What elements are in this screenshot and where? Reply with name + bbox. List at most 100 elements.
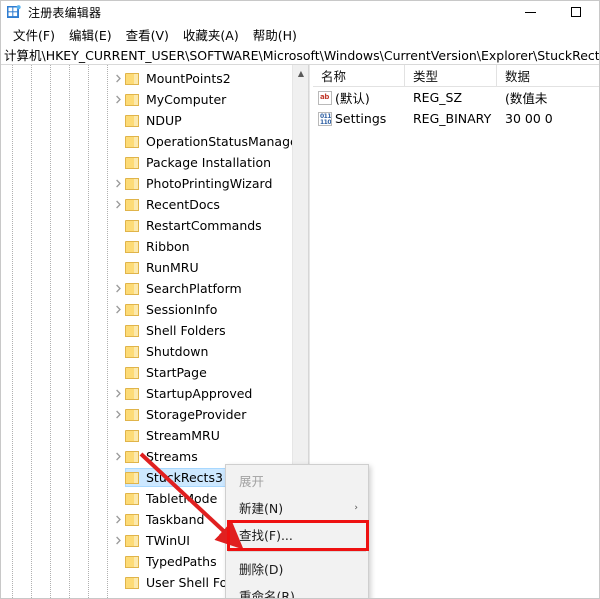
annotation-highlight-box xyxy=(227,520,369,551)
chevron-right-icon[interactable] xyxy=(113,178,124,189)
tree-item[interactable]: PhotoPrintingWizard xyxy=(1,173,293,194)
tree-item-label: OperationStatusManage xyxy=(146,134,298,149)
tree-item[interactable]: Package Installation xyxy=(1,152,293,173)
folder-icon xyxy=(125,387,140,400)
tree-item[interactable]: RunMRU xyxy=(1,257,293,278)
tree-item-label: Ribbon xyxy=(146,239,190,254)
chevron-right-icon[interactable] xyxy=(113,73,124,84)
menu-help[interactable]: 帮助(H) xyxy=(246,23,304,46)
folder-icon xyxy=(125,177,140,190)
folder-icon xyxy=(125,93,140,106)
chevron-right-icon[interactable] xyxy=(113,388,124,399)
context-menu-item-label: 新建(N) xyxy=(239,501,284,516)
chevron-right-icon[interactable] xyxy=(113,409,124,420)
tree-item-label: StartupApproved xyxy=(146,386,253,401)
tree-item-label: SearchPlatform xyxy=(146,281,242,296)
tree-item-label: Shutdown xyxy=(146,344,209,359)
folder-icon xyxy=(125,198,140,211)
tree-item[interactable]: StorageProvider xyxy=(1,404,293,425)
maximize-button[interactable] xyxy=(553,1,599,23)
string-value-icon: ab xyxy=(318,90,332,105)
folder-icon xyxy=(125,261,140,274)
value-row[interactable]: ab (默认) REG_SZ (数值未 xyxy=(313,87,599,108)
tree-item[interactable]: SearchPlatform xyxy=(1,278,293,299)
chevron-right-icon[interactable] xyxy=(113,451,124,462)
tree-item-label: MountPoints2 xyxy=(146,71,231,86)
tree-item-label: RunMRU xyxy=(146,260,199,275)
tree-item-label: TabletMode xyxy=(146,491,218,506)
registry-path: 计算机\HKEY_CURRENT_USER\SOFTWARE\Microsoft… xyxy=(4,48,599,63)
title-bar: 注册表编辑器 ✕ xyxy=(1,1,599,23)
tree-item[interactable]: StreamMRU xyxy=(1,425,293,446)
tree-item[interactable]: MyComputer xyxy=(1,89,293,110)
tree-item-label: MyComputer xyxy=(146,92,227,107)
menu-edit[interactable]: 编辑(E) xyxy=(62,23,119,46)
menu-favorites[interactable]: 收藏夹(A) xyxy=(176,23,246,46)
folder-icon xyxy=(125,282,140,295)
folder-icon xyxy=(125,513,140,526)
chevron-right-icon[interactable] xyxy=(113,304,124,315)
tree-item[interactable]: StartupApproved xyxy=(1,383,293,404)
chevron-right-icon[interactable] xyxy=(113,283,124,294)
chevron-right-icon[interactable] xyxy=(113,199,124,210)
tree-item-label: Taskband xyxy=(146,512,205,527)
folder-icon xyxy=(125,576,140,589)
tree-item-label: RecentDocs xyxy=(146,197,220,212)
tree-item-label: SessionInfo xyxy=(146,302,218,317)
column-header-data[interactable]: 数据 xyxy=(497,65,599,86)
ctx-new[interactable]: 新建(N) › xyxy=(226,494,368,521)
address-bar[interactable]: 计算机\HKEY_CURRENT_USER\SOFTWARE\Microsoft… xyxy=(1,45,599,65)
folder-icon xyxy=(125,114,140,127)
folder-icon xyxy=(125,72,140,85)
tree-item[interactable]: Shutdown xyxy=(1,341,293,362)
menu-file[interactable]: 文件(F) xyxy=(6,23,62,46)
tree-item[interactable]: RestartCommands xyxy=(1,215,293,236)
tree-item[interactable]: MountPoints2 xyxy=(1,68,293,89)
ctx-delete[interactable]: 删除(D) xyxy=(226,555,368,582)
window-title: 注册表编辑器 xyxy=(28,5,102,20)
tree-item[interactable]: NDUP xyxy=(1,110,293,131)
value-data: 30 00 0 xyxy=(505,111,553,126)
column-header-name[interactable]: 名称 xyxy=(313,65,405,86)
context-menu-item-label: 展开 xyxy=(239,474,265,489)
tree-item-label: RestartCommands xyxy=(146,218,262,233)
chevron-right-icon[interactable] xyxy=(113,514,124,525)
folder-icon xyxy=(125,303,140,316)
tree-item[interactable]: Ribbon xyxy=(1,236,293,257)
chevron-right-icon[interactable] xyxy=(113,94,124,105)
tree-item[interactable]: OperationStatusManage xyxy=(1,131,298,152)
tree-item[interactable]: RecentDocs xyxy=(1,194,293,215)
folder-icon xyxy=(125,366,140,379)
binary-value-icon: 011 110 xyxy=(318,111,332,126)
chevron-right-icon[interactable] xyxy=(113,535,124,546)
value-name-cell: 011 110 Settings xyxy=(313,111,405,126)
tree-item[interactable]: SessionInfo xyxy=(1,299,293,320)
menu-view[interactable]: 查看(V) xyxy=(119,23,176,46)
tree-item-label: PhotoPrintingWizard xyxy=(146,176,273,191)
value-data: (数值未 xyxy=(505,91,548,106)
value-row[interactable]: 011 110 Settings REG_BINARY 30 00 0 xyxy=(313,108,599,129)
folder-icon xyxy=(125,240,140,253)
scroll-up-icon[interactable]: ▲ xyxy=(293,65,308,82)
ctx-expand: 展开 xyxy=(226,467,368,494)
tree-item[interactable]: StartPage xyxy=(1,362,293,383)
tree-item[interactable]: Shell Folders xyxy=(1,320,293,341)
folder-icon xyxy=(125,429,140,442)
values-list[interactable]: ab (默认) REG_SZ (数值未 011 110 Settings REG_BINARY… xyxy=(313,87,599,129)
ctx-rename[interactable]: 重命名(R) xyxy=(226,582,368,598)
column-header-type[interactable]: 类型 xyxy=(405,65,497,86)
minimize-button[interactable] xyxy=(507,1,553,23)
